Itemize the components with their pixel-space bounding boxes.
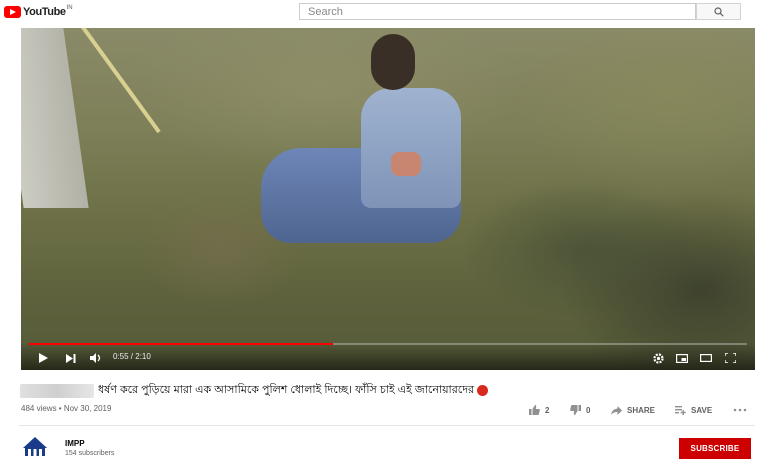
video-frame-head [371,34,415,90]
divider [19,425,755,426]
miniplayer-icon[interactable] [675,350,689,366]
thumbs-up-icon [529,405,540,415]
country-code: IN [66,5,73,11]
save-label: SAVE [691,405,713,415]
channel-name[interactable]: IMPP [65,439,85,448]
youtube-play-icon [4,6,21,18]
play-icon[interactable] [37,350,49,366]
angry-face-icon [477,385,489,396]
dislike-count: 0 [586,405,591,415]
search-input[interactable]: Search [299,3,696,20]
like-button[interactable]: 2 [529,403,549,417]
theater-mode-icon[interactable] [699,350,713,366]
more-actions-button[interactable] [733,403,752,417]
video-frame-body [361,88,461,208]
like-count: 2 [545,405,550,415]
video-frame-stick [81,28,161,134]
share-button[interactable]: SHARE [611,403,655,417]
video-player[interactable]: 0:55 / 2:10 [21,28,755,370]
dislike-button[interactable]: 0 [570,403,590,417]
brand-name: YouTube [23,6,66,18]
view-count-date: 484 views • Nov 30, 2019 [21,404,112,413]
subscriber-count: 154 subscribers [65,450,115,457]
progress-fill [29,343,333,345]
video-frame-hand [391,152,421,176]
channel-avatar[interactable] [21,436,49,458]
video-frame-figure [21,28,89,208]
search-icon [714,7,724,17]
volume-icon[interactable] [89,350,103,366]
share-icon [611,405,622,415]
search-button[interactable] [696,3,741,20]
time-display: 0:55 / 2:10 [113,352,151,361]
subscribe-button[interactable]: SUBSCRIBE [679,438,751,459]
settings-gear-icon[interactable] [651,350,665,366]
playlist-add-icon [675,405,686,415]
share-label: SHARE [627,405,656,415]
top-bar: YouTube IN Search [0,0,770,24]
progress-bar[interactable] [29,343,747,345]
youtube-logo[interactable]: YouTube IN [4,5,73,19]
next-icon[interactable] [65,350,77,366]
thumbs-down-icon [570,405,581,415]
redacted-text [20,383,94,398]
save-button[interactable]: SAVE [675,403,712,417]
video-title-row: ধর্ষণ করে পুড়িয়ে মারা এক আসামিকে পুলিশ… [20,381,489,400]
player-controls: 0:55 / 2:10 [21,342,755,370]
video-title: ধর্ষণ করে পুড়িয়ে মারা এক আসামিকে পুলিশ… [98,384,475,396]
fullscreen-icon[interactable] [723,350,737,366]
more-horizontal-icon [733,408,747,412]
